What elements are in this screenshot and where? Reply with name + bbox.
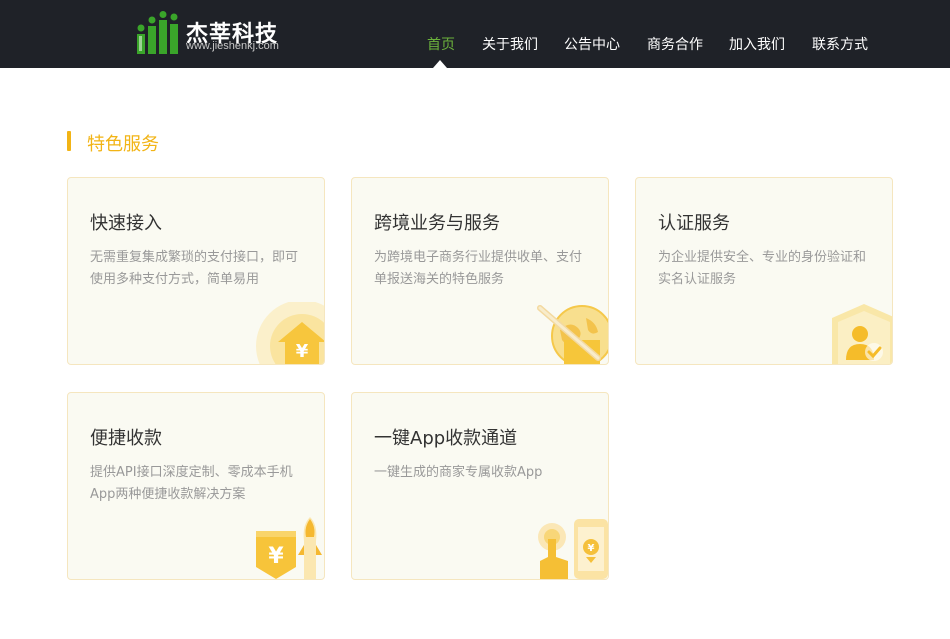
card-title: 认证服务: [658, 213, 730, 234]
nav-contact[interactable]: 联系方式: [812, 34, 868, 54]
card-desc: 为企业提供安全、专业的身份验证和实名认证服务: [658, 250, 867, 287]
card-title: 便捷收款: [90, 428, 162, 449]
service-card-verification[interactable]: 认证服务 为企业提供安全、专业的身份验证和实名认证服务: [635, 177, 893, 365]
section-title: 特色服务: [87, 134, 159, 155]
globe-plane-icon: [537, 305, 608, 364]
card-desc: 提供API接口深度定制、零成本手机App两种便捷收款解决方案: [90, 465, 293, 502]
svg-text:¥: ¥: [296, 341, 309, 362]
nav-join[interactable]: 加入我们: [729, 34, 785, 54]
service-card-convenient-payment[interactable]: 便捷收款 提供API接口深度定制、零成本手机App两种便捷收款解决方案 ¥: [67, 392, 325, 580]
card-desc: 无需重复集成繁琐的支付接口，即可使用多种支付方式，简单易用: [90, 250, 299, 287]
section-accent-bar: [67, 131, 71, 151]
nav-home[interactable]: 首页: [427, 34, 455, 54]
svg-text:¥: ¥: [268, 544, 284, 569]
card-title: 跨境业务与服务: [374, 213, 500, 234]
logo-url: www.jieshenkj.com: [186, 40, 279, 52]
yuan-house-icon: ¥: [256, 302, 324, 364]
nav-announcements[interactable]: 公告中心: [564, 34, 620, 54]
card-desc: 为跨境电子商务行业提供收单、支付单报送海关的特色服务: [374, 250, 583, 287]
service-card-quick-access[interactable]: 快速接入 无需重复集成繁琐的支付接口，即可使用多种支付方式，简单易用 ¥: [67, 177, 325, 365]
phone-tap-icon: ¥: [538, 519, 608, 579]
nav-about[interactable]: 关于我们: [482, 34, 538, 54]
shield-user-icon: [832, 304, 892, 364]
service-card-cross-border[interactable]: 跨境业务与服务 为跨境电子商务行业提供收单、支付单报送海关的特色服务: [351, 177, 609, 365]
service-card-one-click-app[interactable]: 一键App收款通道 一键生成的商家专属收款App ¥: [351, 392, 609, 580]
logo-bars-icon: [137, 11, 178, 54]
yuan-rocket-icon: ¥: [256, 517, 322, 579]
card-title: 快速接入: [90, 213, 162, 234]
card-title: 一键App收款通道: [374, 428, 518, 449]
top-navbar: 杰莘科技 www.jieshenkj.com 首页 关于我们 公告中心 商务合作…: [0, 0, 950, 68]
nav-business[interactable]: 商务合作: [647, 34, 703, 54]
logo[interactable]: 杰莘科技 www.jieshenkj.com: [136, 10, 296, 58]
svg-text:¥: ¥: [588, 543, 595, 554]
card-desc: 一键生成的商家专属收款App: [374, 465, 543, 480]
nav-active-caret: [433, 60, 447, 68]
